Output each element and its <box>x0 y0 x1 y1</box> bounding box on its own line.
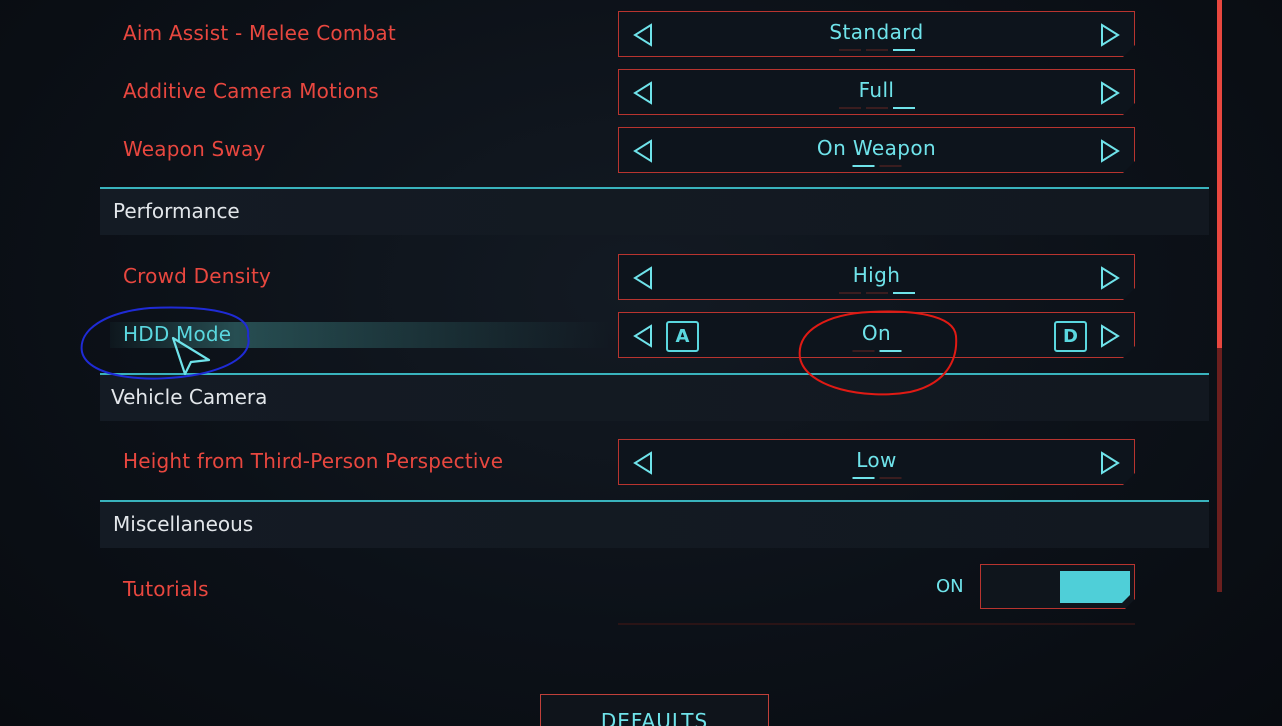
tutorials-label: Tutorials <box>123 577 209 601</box>
settings-screen: Aim Assist - Melee Combat Standard Addit… <box>0 0 1282 726</box>
option-indicator <box>852 350 901 352</box>
tutorials-state-text: ON <box>936 576 964 597</box>
third-person-height-label: Height from Third-Person Perspective <box>123 449 504 473</box>
crowd-density-selector[interactable]: High <box>618 254 1135 300</box>
section-title: Miscellaneous <box>113 512 254 536</box>
chevron-right-icon[interactable] <box>1098 324 1122 348</box>
option-indicator <box>839 107 915 109</box>
mouse-pointer-icon <box>171 336 211 376</box>
chevron-right-icon[interactable] <box>1098 23 1122 47</box>
tutorials-toggle[interactable] <box>980 564 1135 609</box>
camera-motions-label: Additive Camera Motions <box>123 79 379 103</box>
key-hint-d: D <box>1054 321 1087 352</box>
chevron-right-icon[interactable] <box>1098 266 1122 290</box>
option-indicator <box>839 49 915 51</box>
crowd-density-label: Crowd Density <box>123 264 272 288</box>
weapon-sway-label: Weapon Sway <box>123 137 266 161</box>
option-indicator <box>852 477 901 479</box>
camera-motions-selector[interactable]: Full <box>618 69 1135 115</box>
option-indicator <box>839 292 915 294</box>
scrollbar-thumb[interactable] <box>1217 0 1222 348</box>
aim-assist-label: Aim Assist - Melee Combat <box>123 21 396 45</box>
aim-assist-value: Standard <box>829 20 924 44</box>
third-person-height-value: Low <box>856 448 897 472</box>
section-miscellaneous: Miscellaneous <box>100 500 1209 548</box>
chevron-right-icon[interactable] <box>1098 81 1122 105</box>
weapon-sway-value: On Weapon <box>816 136 937 160</box>
section-performance: Performance <box>100 187 1209 235</box>
section-title: Vehicle Camera <box>111 385 268 409</box>
weapon-sway-selector[interactable]: On Weapon <box>618 127 1135 173</box>
camera-motions-value: Full <box>858 78 895 102</box>
chevron-right-icon[interactable] <box>1098 139 1122 163</box>
crowd-density-value: High <box>852 263 901 287</box>
toggle-knob <box>1060 571 1130 603</box>
aim-assist-selector[interactable]: Standard <box>618 11 1135 57</box>
chevron-right-icon[interactable] <box>1098 451 1122 475</box>
hdd-mode-selector[interactable]: A On D <box>618 312 1135 358</box>
third-person-height-selector[interactable]: Low <box>618 439 1135 485</box>
option-indicator <box>852 165 901 167</box>
defaults-button[interactable]: DEFAULTS <box>540 694 769 726</box>
section-vehicle-camera: Vehicle Camera <box>100 373 1209 421</box>
divider <box>618 623 1135 625</box>
section-title: Performance <box>113 199 240 223</box>
